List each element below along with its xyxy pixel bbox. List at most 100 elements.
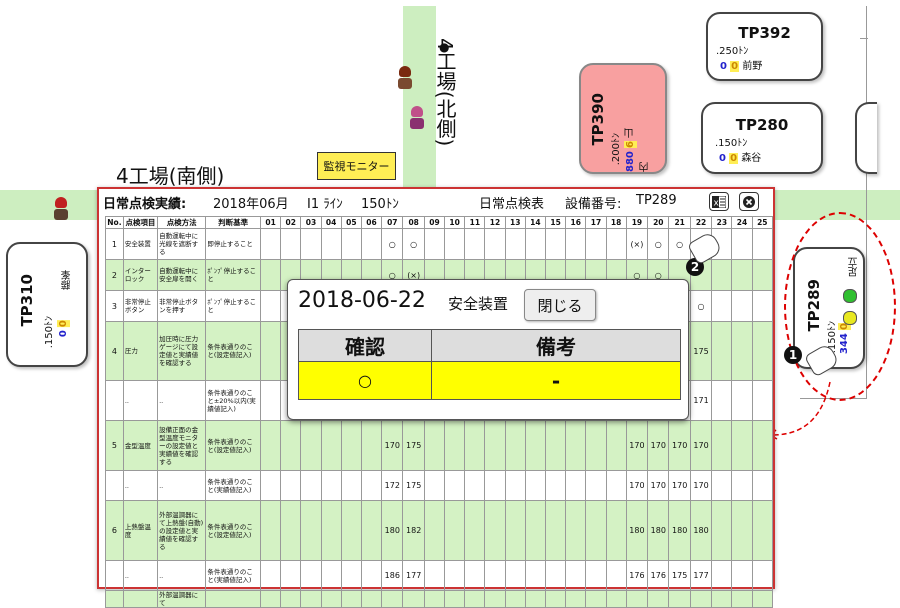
day-cell[interactable]: 180 [381, 500, 404, 561]
day-cell[interactable] [585, 590, 607, 608]
day-cell[interactable] [751, 560, 774, 591]
day-cell[interactable] [544, 590, 567, 608]
day-cell[interactable] [504, 470, 526, 501]
day-cell[interactable] [320, 560, 342, 591]
day-cell[interactable] [320, 500, 342, 561]
day-cell[interactable] [259, 228, 282, 260]
day-cell[interactable]: 170 [689, 420, 713, 471]
day-cell[interactable] [605, 590, 627, 608]
day-cell[interactable] [731, 259, 753, 291]
day-cell[interactable] [565, 560, 587, 591]
day-cell[interactable] [504, 500, 526, 561]
machine-card-tp280[interactable]: TP280 .150ﾄﾝ 0 0 森谷 [701, 102, 823, 174]
day-cell[interactable] [320, 590, 342, 608]
day-cell[interactable] [300, 500, 322, 561]
day-cell[interactable]: ○ [647, 228, 670, 260]
day-cell[interactable] [340, 560, 362, 591]
day-cell[interactable]: 175 [402, 470, 425, 501]
day-cell[interactable] [360, 500, 383, 561]
day-cell[interactable] [360, 590, 383, 608]
day-cell[interactable] [731, 380, 753, 421]
monitor-button[interactable]: 監視モニター [317, 152, 396, 180]
day-cell[interactable] [544, 560, 567, 591]
day-cell[interactable] [259, 560, 282, 591]
day-cell[interactable] [524, 228, 546, 260]
day-cell[interactable] [360, 420, 383, 471]
day-cell[interactable] [484, 228, 506, 260]
day-cell[interactable]: 175 [668, 560, 691, 591]
day-cell[interactable] [340, 590, 362, 608]
day-cell[interactable] [280, 470, 302, 501]
day-cell[interactable] [605, 470, 627, 501]
day-cell[interactable] [320, 470, 342, 501]
day-cell[interactable] [731, 560, 753, 591]
day-cell[interactable] [423, 420, 446, 471]
day-cell[interactable] [585, 560, 607, 591]
day-cell[interactable] [423, 560, 446, 591]
day-cell[interactable] [524, 470, 546, 501]
day-cell[interactable] [524, 420, 546, 471]
day-cell[interactable] [423, 470, 446, 501]
machine-card-tp390[interactable]: TP390 .200ﾄﾝ 880 6 山内 [579, 63, 667, 174]
day-cell[interactable]: 170 [689, 470, 713, 501]
day-cell[interactable] [300, 228, 322, 260]
day-cell[interactable]: 180 [689, 500, 713, 561]
day-cell[interactable] [751, 380, 774, 421]
day-cell[interactable] [340, 470, 362, 501]
day-cell[interactable] [751, 290, 774, 322]
day-cell[interactable] [340, 228, 362, 260]
day-cell[interactable]: 170 [381, 420, 404, 471]
day-cell[interactable] [504, 590, 526, 608]
machine-card-tp310[interactable]: TP310 .150ﾄﾝ 0 0 藤峯 [6, 242, 88, 367]
day-cell[interactable] [711, 470, 733, 501]
day-cell[interactable] [585, 470, 607, 501]
day-cell[interactable] [259, 380, 282, 421]
day-cell[interactable]: ○ [689, 290, 713, 322]
day-cell[interactable] [647, 590, 670, 608]
day-cell[interactable] [731, 590, 753, 608]
day-cell[interactable]: 175 [402, 420, 425, 471]
day-cell[interactable] [381, 590, 404, 608]
day-cell[interactable] [444, 560, 466, 591]
day-cell[interactable] [544, 228, 567, 260]
day-cell[interactable] [259, 259, 282, 291]
day-cell[interactable] [444, 590, 466, 608]
day-cell[interactable]: 170 [625, 420, 649, 471]
day-cell[interactable] [565, 228, 587, 260]
day-cell[interactable] [423, 228, 446, 260]
day-cell[interactable] [280, 560, 302, 591]
day-cell[interactable]: (×) [625, 228, 649, 260]
day-cell[interactable] [711, 321, 733, 381]
day-cell[interactable] [544, 470, 567, 501]
day-cell[interactable] [259, 321, 282, 381]
day-cell[interactable] [711, 500, 733, 561]
day-cell[interactable] [484, 470, 506, 501]
day-cell[interactable] [300, 470, 322, 501]
day-cell[interactable] [565, 420, 587, 471]
day-cell[interactable] [605, 500, 627, 561]
day-cell[interactable] [484, 420, 506, 471]
day-cell[interactable]: 171 [689, 380, 713, 421]
day-cell[interactable] [444, 470, 466, 501]
day-cell[interactable] [423, 590, 446, 608]
day-cell[interactable] [300, 420, 322, 471]
day-cell[interactable] [524, 590, 546, 608]
machine-card-partial[interactable] [855, 102, 877, 174]
day-cell[interactable] [464, 228, 486, 260]
day-cell[interactable] [280, 420, 302, 471]
day-cell[interactable]: 177 [689, 560, 713, 591]
day-cell[interactable] [731, 290, 753, 322]
day-cell[interactable] [751, 500, 774, 561]
day-cell[interactable]: 176 [625, 560, 649, 591]
day-cell[interactable] [605, 228, 627, 260]
day-cell[interactable] [605, 420, 627, 471]
day-cell[interactable] [668, 590, 691, 608]
day-cell[interactable] [464, 420, 486, 471]
day-cell[interactable] [504, 228, 526, 260]
day-cell[interactable] [711, 420, 733, 471]
day-cell[interactable] [731, 500, 753, 561]
day-cell[interactable] [751, 470, 774, 501]
day-cell[interactable] [444, 420, 466, 471]
day-cell[interactable] [625, 590, 649, 608]
popup-close-button[interactable]: 閉じる [524, 289, 596, 321]
